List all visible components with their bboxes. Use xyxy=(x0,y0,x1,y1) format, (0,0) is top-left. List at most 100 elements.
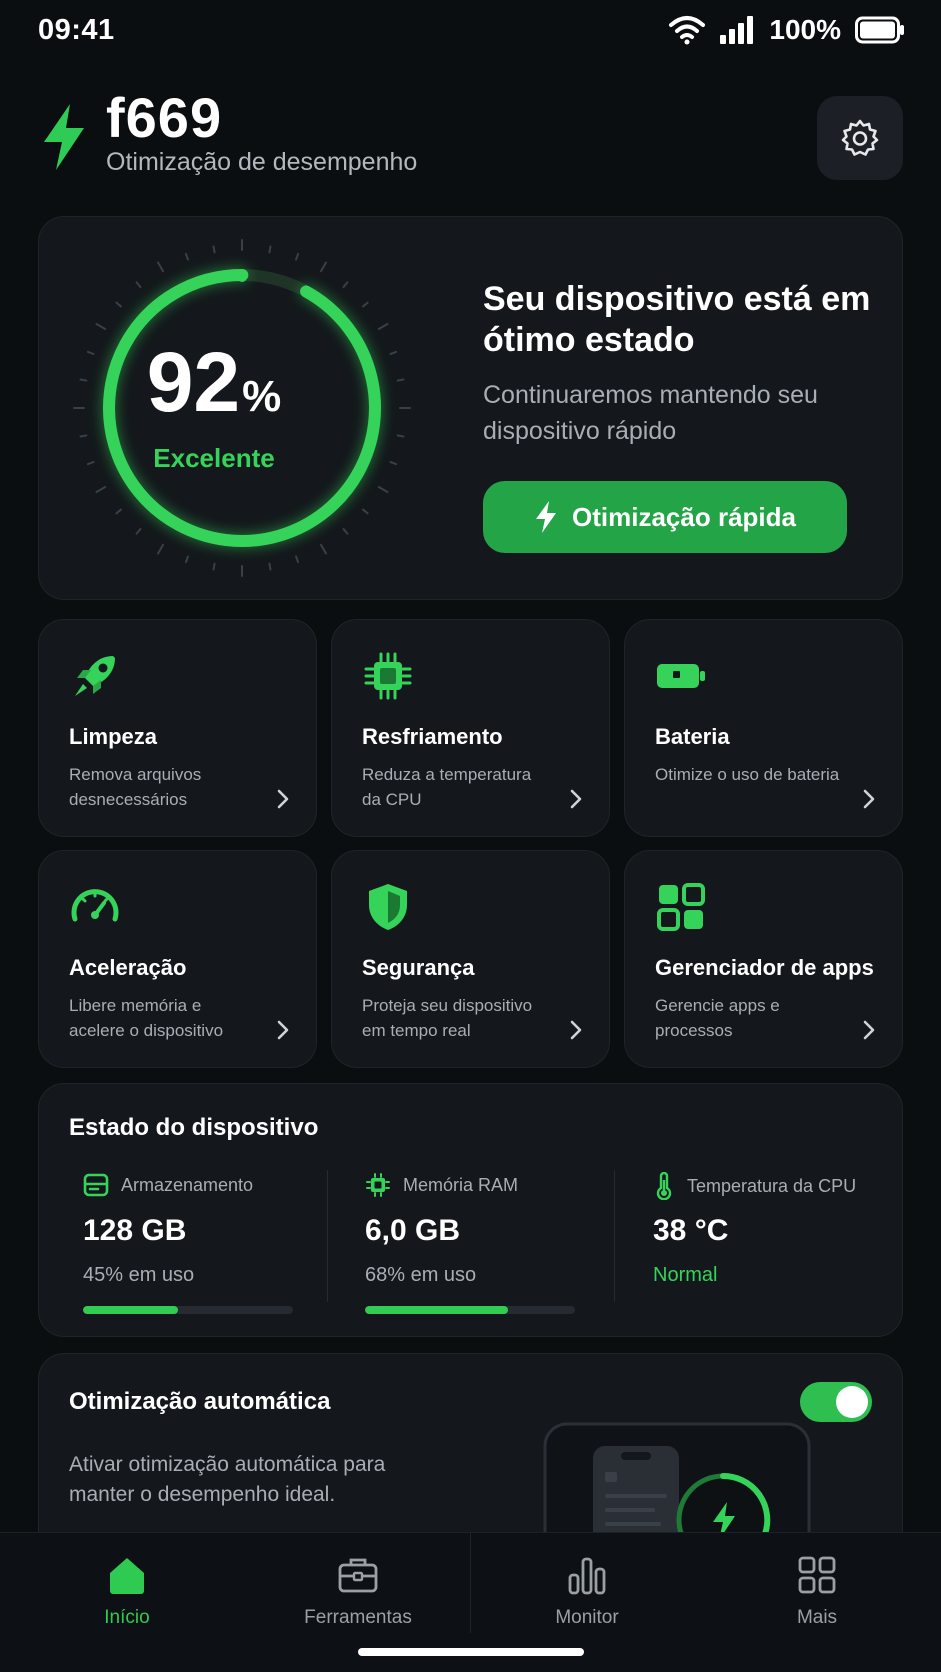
score-display: 92 % xyxy=(39,337,389,427)
tool-card-app-manager[interactable]: Gerenciador de apps Gerencie apps e proc… xyxy=(624,850,903,1068)
gear-icon xyxy=(841,119,879,156)
ram-value: 6,0 GB xyxy=(365,1214,461,1247)
status-indicators: 100% xyxy=(669,14,905,46)
storage-header: Armazenamento xyxy=(83,1172,253,1198)
status-time: 09:41 xyxy=(38,14,115,46)
storage-value: 128 GB xyxy=(83,1214,187,1247)
speedometer-icon xyxy=(71,889,119,922)
tool-description: Gerencie apps e processos xyxy=(655,996,780,1040)
gauge-tick xyxy=(268,562,272,571)
gauge-tick xyxy=(95,323,107,330)
gauge-tick xyxy=(135,281,142,288)
tool-card-cleanup[interactable]: Limpeza Remova arquivos desnecessários xyxy=(38,619,317,837)
battery-status-icon xyxy=(855,16,904,44)
bar-chart-icon xyxy=(568,1557,606,1595)
gauge-tick xyxy=(115,301,122,308)
device-status-card: Estado do dispositivo Armazenamento 128 … xyxy=(38,1083,903,1337)
chevron-right-icon xyxy=(863,1020,875,1040)
storage-label: Armazenamento xyxy=(121,1174,254,1195)
gauge-tick xyxy=(389,461,398,466)
tool-title: Segurança xyxy=(362,955,475,980)
quick-optimize-button[interactable]: Otimização rápida xyxy=(483,481,847,553)
signal-icon xyxy=(720,16,754,44)
gauge-tick xyxy=(362,508,369,515)
health-title: Seu dispositivo está em ótimo estado xyxy=(483,280,871,359)
cpu-temp-value: 38 °C xyxy=(653,1214,729,1247)
nav-divider xyxy=(470,1533,471,1633)
chevron-right-icon xyxy=(570,789,582,809)
cpu-temp-header: Temperatura da CPU xyxy=(653,1172,856,1200)
quick-optimize-label: Otimização rápida xyxy=(572,501,796,532)
tool-title: Limpeza xyxy=(69,724,158,749)
settings-button[interactable] xyxy=(817,96,903,180)
nav-home[interactable]: Início xyxy=(27,1553,227,1643)
apps-grid-icon xyxy=(657,883,705,931)
nav-label: Início xyxy=(104,1607,150,1628)
tool-card-acceleration[interactable]: Aceleração Libere memória e acelere o di… xyxy=(38,850,317,1068)
gauge-tick xyxy=(79,434,88,438)
battery-percentage: 100% xyxy=(769,14,841,45)
nav-tools[interactable]: Ferramentas xyxy=(258,1553,458,1643)
cpu-temp-status: Normal xyxy=(653,1264,718,1286)
chevron-right-icon xyxy=(277,1020,289,1040)
toggle-knob xyxy=(836,1386,868,1418)
ram-header: Memória RAM xyxy=(365,1172,518,1198)
app-name: f669 xyxy=(106,86,223,149)
tool-description: Reduza a temperatura da CPU xyxy=(362,765,532,809)
gauge-tick xyxy=(135,528,142,535)
chip-icon xyxy=(366,1173,390,1197)
gauge-tick xyxy=(268,245,272,254)
lightning-bolt-icon xyxy=(536,501,557,533)
gauge-tick xyxy=(295,252,300,261)
gauge-tick xyxy=(377,486,389,493)
score-unit: % xyxy=(242,372,282,421)
chevron-right-icon xyxy=(277,789,289,809)
health-description: Continuaremos mantendo seu dispositivo r… xyxy=(483,381,818,445)
lightning-bolt-icon xyxy=(44,104,84,170)
nav-monitor[interactable]: Monitor xyxy=(487,1553,687,1643)
gauge-tick xyxy=(95,486,107,493)
tool-description: Otimize o uso de bateria xyxy=(655,765,840,784)
gauge-tick xyxy=(157,543,164,555)
cpu-temp-metric: Temperatura da CPU 38 °C Normal xyxy=(653,1172,883,1312)
chevron-right-icon xyxy=(863,789,875,809)
gauge-tick xyxy=(320,543,327,555)
ram-usage: 68% em uso xyxy=(365,1264,477,1286)
gauge-tick xyxy=(362,301,369,308)
battery-icon xyxy=(657,664,705,688)
cpu-temp-label: Temperatura da CPU xyxy=(687,1175,857,1196)
auto-optimization-toggle[interactable] xyxy=(800,1382,872,1422)
nav-label: Mais xyxy=(796,1607,838,1628)
ram-label: Memória RAM xyxy=(403,1174,519,1195)
gauge-marker xyxy=(237,272,247,282)
storage-progress-fill xyxy=(83,1306,178,1314)
ram-progress-bar xyxy=(365,1306,575,1314)
toolbox-icon xyxy=(338,1558,378,1593)
cpu-icon xyxy=(364,652,412,700)
ram-progress-fill xyxy=(365,1306,508,1314)
metric-divider xyxy=(614,1170,615,1302)
tool-card-security[interactable]: Segurança Proteja seu dispositivo em tem… xyxy=(331,850,610,1068)
tool-title: Aceleração xyxy=(69,955,187,980)
storage-usage: 45% em uso xyxy=(83,1264,195,1286)
storage-icon xyxy=(83,1173,109,1197)
tool-description: Remova arquivos desnecessários xyxy=(69,765,202,809)
tool-description: Proteja seu dispositivo em tempo real xyxy=(362,996,533,1040)
tool-card-cooling[interactable]: Resfriamento Reduza a temperatura da CPU xyxy=(331,619,610,837)
gauge-tick xyxy=(396,378,405,382)
home-indicator xyxy=(358,1648,584,1656)
nav-more[interactable]: Mais xyxy=(717,1553,917,1643)
device-health-card: 92 % Excelente Seu dispositivo está em ó… xyxy=(38,216,903,600)
tool-card-battery[interactable]: Bateria Otimize o uso de bateria xyxy=(624,619,903,837)
rocket-icon xyxy=(75,656,115,696)
chevron-right-icon xyxy=(570,1020,582,1040)
grid-icon xyxy=(798,1556,836,1594)
gauge-tick xyxy=(389,350,398,355)
device-status-title: Estado do dispositivo xyxy=(69,1114,319,1141)
nav-label: Ferramentas xyxy=(304,1607,412,1628)
home-icon xyxy=(110,1558,144,1594)
tool-title: Bateria xyxy=(655,724,730,749)
tool-description: Libere memória e acelere o dispositivo xyxy=(69,996,224,1040)
score-value: 92 xyxy=(146,335,241,429)
metric-divider xyxy=(327,1170,328,1302)
